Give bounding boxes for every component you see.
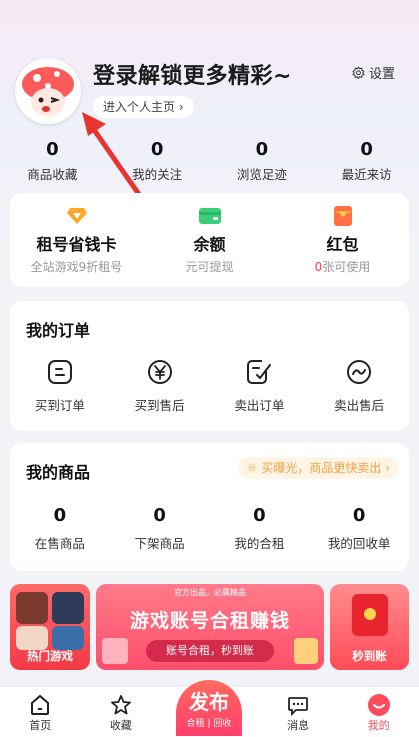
stat-value: 0 <box>46 139 59 160</box>
shared-rent-banner[interactable]: 官方出品，必属精品 游戏账号合租赚钱 账号合租，秒到账 <box>96 584 324 670</box>
promo-tag[interactable]: ☼ 买曝光，商品更快卖出 › <box>237 457 399 479</box>
order-label: 买到订单 <box>34 398 85 413</box>
star-icon <box>110 695 131 715</box>
promo-label: 买曝光，商品更快卖出 <box>261 461 382 475</box>
redpacket-entry[interactable]: 红包 0张可使用 <box>276 193 409 287</box>
balance-subtitle: 元可提现 <box>185 260 234 274</box>
publish-label: 发布 <box>189 690 229 714</box>
banner-row: 热门游戏 官方出品，必属精品 游戏账号合租赚钱 账号合租，秒到账 秒到账 <box>0 582 419 674</box>
wallet-icon <box>198 208 221 224</box>
tab-messages[interactable]: 消息 <box>258 687 339 737</box>
order-label: 买到售后 <box>134 398 185 413</box>
tab-label: 首页 <box>29 719 52 732</box>
redpacket-subtitle: 0张可使用 <box>276 258 409 275</box>
redpacket-suffix: 张可使用 <box>322 260 371 274</box>
settings-button[interactable]: 设置 <box>352 63 395 82</box>
publish-sublabel: 合租 | 回收 <box>186 719 232 729</box>
instant-payout-banner[interactable]: 秒到账 <box>330 584 409 670</box>
game-thumb <box>16 626 48 650</box>
settings-label: 设置 <box>368 67 395 82</box>
game-thumb <box>52 626 84 650</box>
receipt-icon <box>47 360 72 384</box>
stat-label: 浏览足迹 <box>236 167 287 182</box>
savings-card-title: 租号省钱卡 <box>36 235 117 254</box>
goods-title: 我的商品 <box>26 463 91 482</box>
profile-home-link[interactable]: 进入个人主页 › <box>93 96 194 118</box>
balance-title: 余额 <box>193 235 226 254</box>
hot-games-label: 热门游戏 <box>27 649 73 663</box>
goods-value: 0 <box>153 505 166 526</box>
banner-tagline: 官方出品，必属精品 <box>174 588 246 597</box>
mine-icon <box>367 694 390 716</box>
gear-icon <box>352 66 365 79</box>
wallet-card: 租号省钱卡 全站游戏9折租号 余额 元可提现 红包 0张可使用 <box>10 193 409 287</box>
goods-offshelf[interactable]: 0 下架商品 <box>110 505 210 552</box>
avatar[interactable] <box>15 58 81 124</box>
publish-button[interactable]: 发布 合租 | 回收 <box>176 680 242 736</box>
goods-card: 我的商品 ☼ 买曝光，商品更快卖出 › 0 在售商品 0 下架商品 0 我的合租 0 我… <box>10 443 409 571</box>
orders-row: 买到订单 买到售后 卖出订单 卖出售后 <box>10 359 409 414</box>
message-icon <box>288 697 309 716</box>
redpacket-title: 红包 <box>326 235 359 254</box>
tab-favorites[interactable]: 收藏 <box>81 687 162 737</box>
game-thumb <box>16 592 48 624</box>
home-icon <box>31 694 50 715</box>
orders-title: 我的订单 <box>26 321 91 340</box>
redpacket-icon <box>333 206 352 226</box>
hot-games-banner[interactable]: 热门游戏 <box>10 584 90 670</box>
goods-label: 下架商品 <box>134 536 185 551</box>
stat-label: 商品收藏 <box>27 167 78 182</box>
stat-following[interactable]: 0 我的关注 <box>105 138 210 183</box>
balance-entry[interactable]: 余额 元可提现 <box>143 193 276 287</box>
order-bought-aftersale[interactable]: 买到售后 <box>110 359 210 414</box>
login-title[interactable]: 登录解锁更多精彩~ <box>93 58 292 90</box>
goods-value: 0 <box>352 505 366 526</box>
stat-value: 0 <box>255 139 269 160</box>
order-label: 卖出售后 <box>334 398 385 413</box>
diamond-icon <box>66 208 87 224</box>
stat-history[interactable]: 0 浏览足迹 <box>210 138 315 183</box>
sold-order-icon <box>247 360 272 384</box>
mascot-icon <box>22 67 74 116</box>
savings-card-entry[interactable]: 租号省钱卡 全站游戏9折租号 <box>10 193 143 287</box>
order-bought[interactable]: 买到订单 <box>10 359 110 414</box>
tab-label: 消息 <box>287 719 310 732</box>
stats-row: 0 商品收藏 0 我的关注 0 浏览足迹 0 最近来访 <box>0 138 419 183</box>
stat-label: 我的关注 <box>132 167 183 182</box>
instant-label: 秒到账 <box>352 649 387 663</box>
stat-visitors[interactable]: 0 最近来访 <box>314 138 419 183</box>
stat-value: 0 <box>360 139 373 160</box>
sun-icon: ☼ <box>246 461 258 475</box>
tab-label: 收藏 <box>109 719 132 732</box>
order-sold-aftersale[interactable]: 卖出售后 <box>309 359 409 414</box>
order-sold[interactable]: 卖出订单 <box>210 359 310 414</box>
profile-home-label: 进入个人主页 <box>103 100 176 114</box>
goods-recycle[interactable]: 0 我的回收单 <box>309 505 409 552</box>
goods-shared-rent[interactable]: 0 我的合租 <box>210 505 310 552</box>
after-sale-icon <box>347 360 372 384</box>
stat-favorites[interactable]: 0 商品收藏 <box>0 138 105 183</box>
savings-card-subtitle: 全站游戏9折租号 <box>30 260 123 274</box>
goods-label: 在售商品 <box>34 536 85 551</box>
goods-value: 0 <box>53 505 67 526</box>
banner-title: 游戏账号合租赚钱 <box>129 610 290 632</box>
order-label: 卖出订单 <box>234 398 285 413</box>
goods-onsale[interactable]: 0 在售商品 <box>10 505 110 552</box>
goods-value: 0 <box>253 505 266 526</box>
orders-card: 我的订单 买到订单 买到售后 卖出订单 卖出售后 <box>10 301 409 431</box>
goods-label: 我的回收单 <box>327 536 391 551</box>
goods-label: 我的合租 <box>234 536 285 551</box>
goods-row: 0 在售商品 0 下架商品 0 我的合租 0 我的回收单 <box>10 505 409 552</box>
game-thumb <box>52 592 84 624</box>
gift-box-icon <box>102 638 128 664</box>
stat-value: 0 <box>150 139 164 160</box>
tab-mine[interactable]: 我的 <box>338 687 419 737</box>
envelope-seal-icon <box>364 608 376 620</box>
coin-stack-icon <box>294 638 318 664</box>
tab-home[interactable]: 首页 <box>0 687 81 737</box>
yen-circle-icon <box>147 360 172 384</box>
stat-label: 最近来访 <box>341 167 392 182</box>
banner-cta[interactable]: 账号合租，秒到账 <box>146 640 274 662</box>
tab-label: 我的 <box>367 719 390 732</box>
